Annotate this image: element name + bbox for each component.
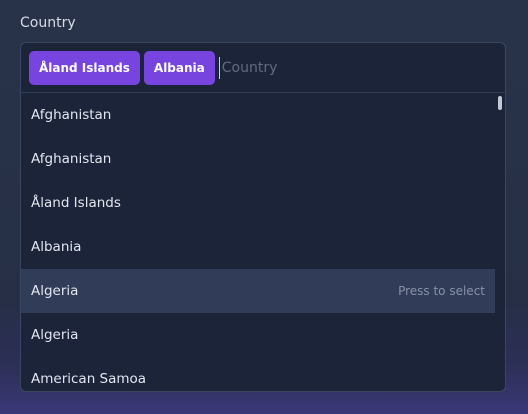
option-label: American Samoa [31,371,147,387]
country-search-input[interactable] [218,56,505,79]
option-albania[interactable]: Albania [21,225,495,269]
option-afghanistan-duplicate[interactable]: Afghanistan [21,137,495,181]
menu-scrollbar-thumb[interactable] [498,96,502,110]
select-control[interactable]: Åland Islands Albania [21,43,505,93]
press-to-select-hint: Press to select [398,284,485,298]
country-multiselect[interactable]: Åland Islands Albania Afghanistan Afghan… [20,42,506,392]
option-afghanistan[interactable]: Afghanistan [21,93,495,137]
option-label: Åland Islands [31,195,121,211]
option-label: Afghanistan [31,107,112,123]
option-label: Albania [31,239,82,255]
option-aland-islands[interactable]: Åland Islands [21,181,495,225]
option-label: Afghanistan [31,151,112,167]
option-algeria-focused[interactable]: Algeria Press to select [21,269,495,313]
selected-chip-aland-islands[interactable]: Åland Islands [29,50,140,85]
option-label: Algeria [31,283,79,299]
selected-chip-albania[interactable]: Albania [143,50,215,85]
options-menu[interactable]: Afghanistan Afghanistan Åland Islands Al… [21,93,505,391]
option-label: Algeria [31,327,79,343]
country-field-label: Country [20,15,76,31]
option-algeria[interactable]: Algeria [21,313,495,357]
option-american-samoa[interactable]: American Samoa [21,357,495,391]
